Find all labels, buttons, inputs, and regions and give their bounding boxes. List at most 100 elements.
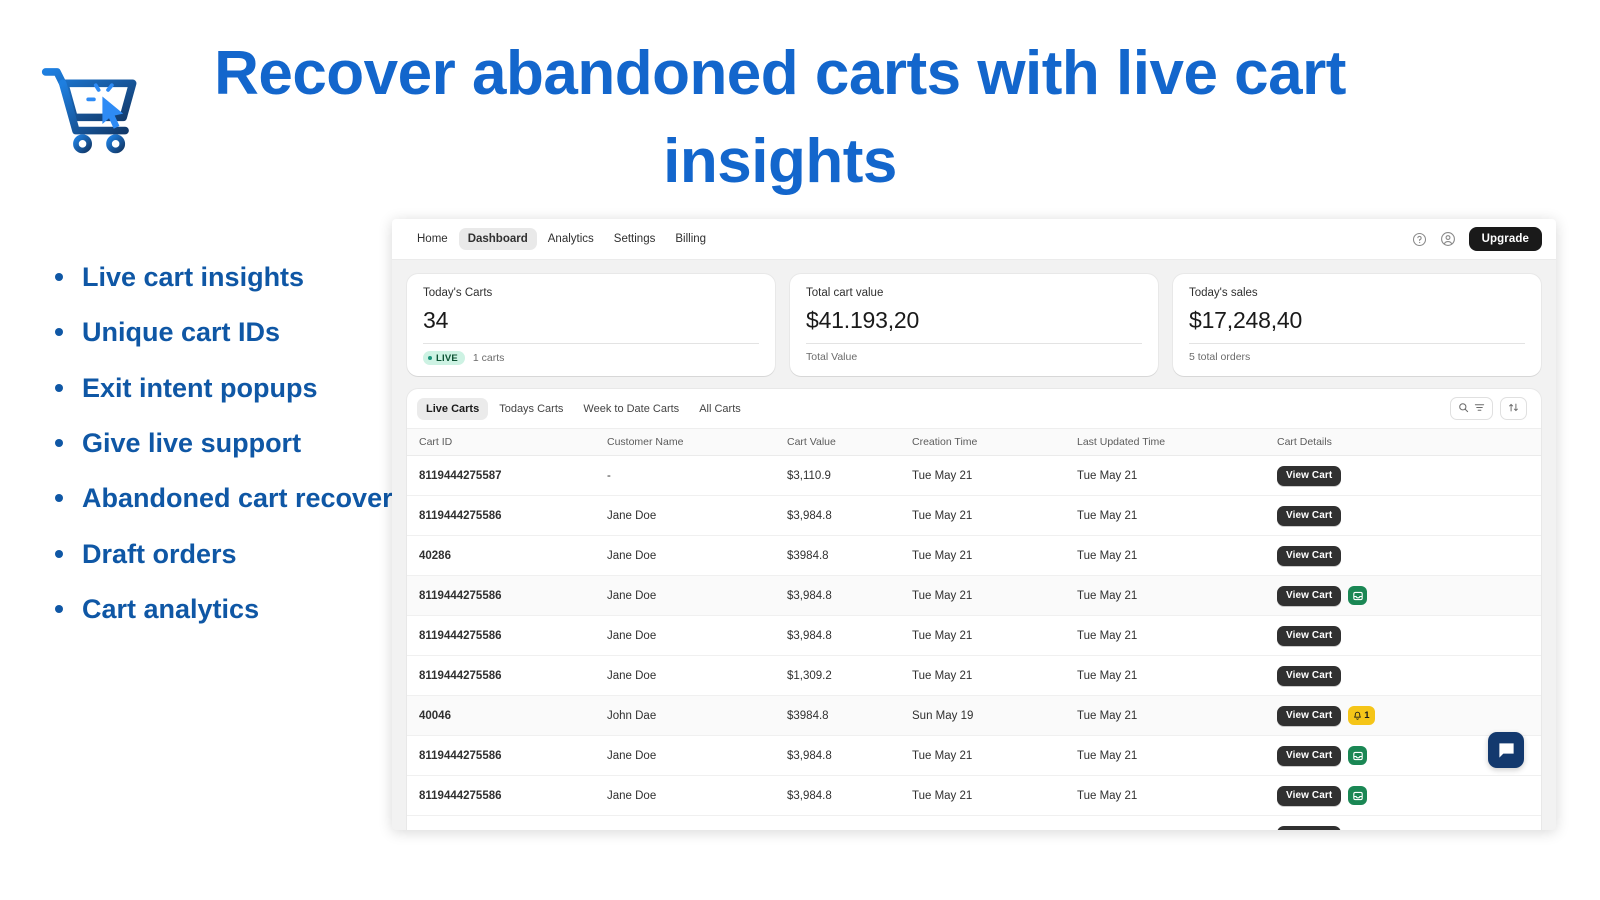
nav-item-billing[interactable]: Billing [666,228,715,250]
page-title: Recover abandoned carts with live cart i… [180,30,1380,206]
view-cart-button[interactable]: View Cart [1277,826,1341,831]
table-row[interactable]: 8119444275586Jane Doe$3,984.8Tue May 21T… [407,816,1541,831]
view-cart-button[interactable]: View Cart [1277,626,1341,646]
kpi-title: Today's sales [1189,287,1525,299]
table-row[interactable]: 8119444275586Jane Doe$3,984.8Tue May 21T… [407,736,1541,776]
cell-cart-details: View Cart [1277,616,1541,656]
nav-item-settings[interactable]: Settings [605,228,665,250]
cell-cart-value: $3,984.8 [787,736,912,776]
order-placed-inbox-icon[interactable] [1348,786,1367,805]
column-header-cart-id[interactable]: Cart ID [407,429,607,456]
nav-items: Home Dashboard Analytics Settings Billin… [408,228,715,250]
cell-cart-id: 8119444275586 [407,776,607,816]
table-tabs-row: Live Carts Todays Carts Week to Date Car… [407,389,1541,428]
order-placed-inbox-icon[interactable] [1348,746,1367,765]
column-header-cart-details[interactable]: Cart Details [1277,429,1541,456]
filter-lines-icon[interactable] [1474,400,1485,418]
kpi-card-total-cart-value: Total cart value $41.193,20 Total Value [790,274,1158,376]
cell-cart-value: $3,110.9 [787,456,912,496]
tab-week-to-date-carts[interactable]: Week to Date Carts [574,398,688,420]
table-row[interactable]: 40286Jane Doe$3984.8Tue May 21Tue May 21… [407,536,1541,576]
list-item: Give live support [44,424,424,462]
cell-cart-details: View Cart [1277,496,1541,536]
cell-cart-value: $3,984.8 [787,816,912,831]
column-header-updated[interactable]: Last Updated Time [1077,429,1277,456]
table-row[interactable]: 8119444275587-$3,110.9Tue May 21Tue May … [407,456,1541,496]
cell-customer-name: Jane Doe [607,536,787,576]
kpi-card-todays-sales: Today's sales $17,248,40 5 total orders [1173,274,1541,376]
table-row[interactable]: 8119444275586Jane Doe$3,984.8Tue May 21T… [407,616,1541,656]
kpi-card-row: Today's Carts 34 LIVE 1 carts Total cart… [392,260,1556,376]
nav-item-home[interactable]: Home [408,228,457,250]
cell-cart-value: $1,309.2 [787,656,912,696]
cell-creation-time: Tue May 21 [912,456,1077,496]
nav-item-analytics[interactable]: Analytics [539,228,603,250]
top-navigation-bar: Home Dashboard Analytics Settings Billin… [392,219,1556,260]
view-cart-button[interactable]: View Cart [1277,706,1341,726]
cell-last-updated-time: Tue May 21 [1077,696,1277,736]
table-header: Cart ID Customer Name Cart Value Creatio… [407,429,1541,456]
cell-cart-id: 40046 [407,696,607,736]
divider [806,343,1142,344]
view-cart-button[interactable]: View Cart [1277,746,1341,766]
tab-all-carts[interactable]: All Carts [690,398,750,420]
feature-bullet-list: Live cart insights Unique cart IDs Exit … [44,258,424,645]
cell-cart-details: View Cart [1277,816,1541,831]
list-item: Abandoned cart recovery [44,479,424,517]
cell-last-updated-time: Tue May 21 [1077,776,1277,816]
table-tabs: Live Carts Todays Carts Week to Date Car… [417,398,750,420]
upgrade-button[interactable]: Upgrade [1469,227,1542,251]
cell-customer-name: Jane Doe [607,616,787,656]
sort-arrows-icon[interactable] [1508,400,1519,418]
column-header-cart-value[interactable]: Cart Value [787,429,912,456]
cell-last-updated-time: Tue May 21 [1077,616,1277,656]
view-cart-button[interactable]: View Cart [1277,466,1341,486]
list-item: Exit intent popups [44,369,424,407]
search-icon[interactable] [1458,400,1469,418]
cell-last-updated-time: Tue May 21 [1077,496,1277,536]
table-row[interactable]: 8119444275586Jane Doe$3,984.8Tue May 21T… [407,776,1541,816]
view-cart-button[interactable]: View Cart [1277,786,1341,806]
cell-cart-details: View Cart [1277,536,1541,576]
chat-bubble-icon[interactable] [1488,732,1524,768]
status-badge-live: LIVE [423,351,465,365]
view-cart-button[interactable]: View Cart [1277,506,1341,526]
table-row[interactable]: 8119444275586Jane Doe$1,309.2Tue May 21T… [407,656,1541,696]
cell-cart-id: 8119444275586 [407,616,607,656]
nav-item-dashboard[interactable]: Dashboard [459,228,537,250]
question-mark-circle-icon[interactable] [1411,231,1428,248]
kpi-subtext-row: LIVE 1 carts [423,351,759,365]
table-row[interactable]: 8119444275586Jane Doe$3,984.8Tue May 21T… [407,496,1541,536]
search-filter-group[interactable] [1450,397,1493,420]
user-circle-icon[interactable] [1440,231,1457,248]
kpi-title: Total cart value [806,287,1142,299]
cell-cart-id: 8119444275586 [407,816,607,831]
kpi-subtext: Total Value [806,351,857,363]
sort-button[interactable] [1500,397,1527,420]
tab-live-carts[interactable]: Live Carts [417,398,488,420]
column-header-creation[interactable]: Creation Time [912,429,1077,456]
view-cart-button[interactable]: View Cart [1277,546,1341,566]
cell-cart-id: 8119444275587 [407,456,607,496]
order-placed-inbox-icon[interactable] [1348,586,1367,605]
support-requested-bell-badge[interactable]: 1 [1348,706,1374,725]
table-body: 8119444275587-$3,110.9Tue May 21Tue May … [407,456,1541,831]
cell-cart-value: $3,984.8 [787,616,912,656]
column-header-customer[interactable]: Customer Name [607,429,787,456]
cell-cart-value: $3,984.8 [787,776,912,816]
kpi-title: Today's Carts [423,287,759,299]
kpi-subtext: 5 total orders [1189,351,1250,363]
cell-last-updated-time: Tue May 21 [1077,656,1277,696]
cell-last-updated-time: Tue May 21 [1077,816,1277,831]
kpi-subtext: 1 carts [473,352,505,364]
cell-cart-details: View Cart 1 [1277,696,1541,736]
table-row[interactable]: 8119444275586Jane Doe$3,984.8Tue May 21T… [407,576,1541,616]
cell-cart-id: 8119444275586 [407,496,607,536]
view-cart-button[interactable]: View Cart [1277,666,1341,686]
cell-customer-name: Jane Doe [607,736,787,776]
view-cart-button[interactable]: View Cart [1277,586,1341,606]
cell-creation-time: Tue May 21 [912,536,1077,576]
cart-details-actions: View Cart [1277,466,1541,486]
table-row[interactable]: 40046John Dae$3984.8Sun May 19Tue May 21… [407,696,1541,736]
tab-todays-carts[interactable]: Todays Carts [490,398,572,420]
